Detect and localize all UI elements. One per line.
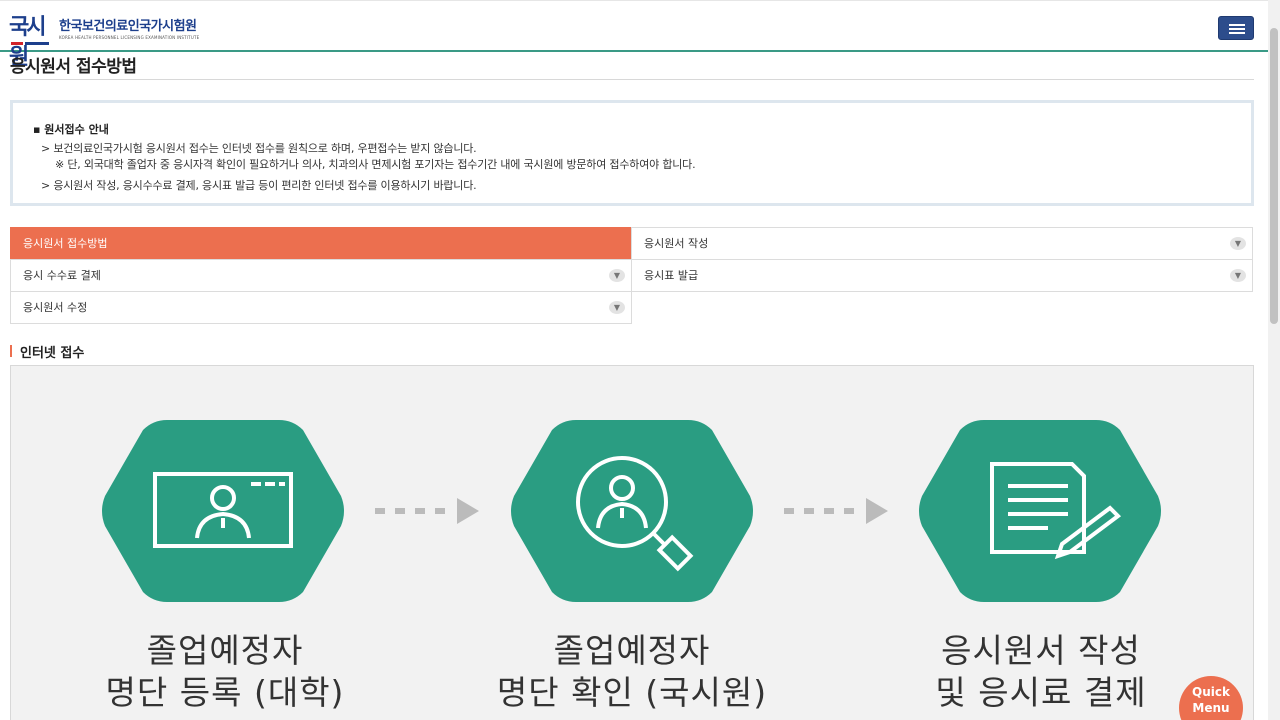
tab-label: 응시원서 수정 bbox=[23, 301, 88, 314]
step-2-line-1: 졸업예정자 bbox=[553, 631, 711, 670]
chevron-down-icon: ▼ bbox=[609, 269, 625, 282]
step-2-line-2: 명단 확인 (국시원) bbox=[496, 673, 768, 712]
notice-box: ▪ 원서접수 안내 > 보건의료인국가시험 응시원서 접수는 인터넷 접수를 원… bbox=[10, 100, 1254, 206]
logo-text: 한국보건의료인국가시험원 KOREA HEALTH PERSONNEL LICE… bbox=[59, 19, 199, 41]
scrollbar-thumb[interactable] bbox=[1270, 28, 1278, 324]
tab-label: 응시 수수료 결제 bbox=[23, 269, 101, 282]
quick-menu-label-1: Quick bbox=[1192, 685, 1230, 699]
site-header: 국시원 한국보건의료인국가시험원 KOREA HEALTH PERSONNEL … bbox=[0, 0, 1268, 70]
arrow-right-icon bbox=[375, 498, 479, 524]
chevron-down-icon: ▼ bbox=[609, 301, 625, 314]
tab-admission-ticket[interactable]: 응시표 발급 ▼ bbox=[631, 259, 1253, 292]
site-logo[interactable]: 국시원 한국보건의료인국가시험원 KOREA HEALTH PERSONNEL … bbox=[9, 13, 199, 70]
tab-application-edit[interactable]: 응시원서 수정 ▼ bbox=[10, 291, 632, 324]
hamburger-menu-button[interactable] bbox=[1218, 16, 1254, 40]
tab-label: 응시표 발급 bbox=[644, 269, 699, 282]
section-heading: 인터넷 접수 bbox=[10, 342, 84, 361]
step-3-line-2: 및 응시료 결제 bbox=[935, 673, 1147, 712]
logo-korean-name: 한국보건의료인국가시험원 bbox=[59, 19, 197, 34]
tab-grid: 응시원서 접수방법 응시원서 작성 ▼ 응시 수수료 결제 ▼ 응시표 발급 ▼… bbox=[10, 227, 1254, 325]
step-2-title: 졸업예정자 명단 확인 (국시원) bbox=[452, 630, 812, 714]
notice-line-1: > 보건의료인국가시험 응시원서 접수는 인터넷 접수를 원칙으로 하며, 우편… bbox=[41, 142, 477, 155]
step-1-line-2: 명단 등록 (대학) bbox=[105, 673, 345, 712]
notice-line-3: > 응시원서 작성, 응시수수료 결제, 응시표 발급 등이 편리한 인터넷 접… bbox=[41, 179, 477, 192]
notice-line-2: ※ 단, 외국대학 졸업자 중 응시자격 확인이 필요하거나 의사, 치과의사 … bbox=[55, 158, 696, 171]
tab-label: 응시원서 접수방법 bbox=[23, 237, 108, 250]
step-3-title: 응시원서 작성 및 응시료 결제 bbox=[861, 630, 1221, 714]
step-3-line-1: 응시원서 작성 bbox=[941, 631, 1141, 670]
chevron-down-icon: ▼ bbox=[1230, 237, 1246, 250]
tab-application-writing[interactable]: 응시원서 작성 ▼ bbox=[631, 227, 1253, 260]
quick-menu-label-2: Menu bbox=[1192, 701, 1230, 715]
notice-heading: ▪ 원서접수 안내 bbox=[33, 123, 109, 136]
logo-mark: 국시원 bbox=[9, 13, 53, 70]
step-1-title: 졸업예정자 명단 등록 (대학) bbox=[45, 630, 405, 714]
step-1-line-1: 졸업예정자 bbox=[146, 631, 304, 670]
tab-label: 응시원서 작성 bbox=[644, 237, 709, 250]
step-3-hexagon bbox=[919, 420, 1161, 602]
logo-english-name: KOREA HEALTH PERSONNEL LICENSING EXAMINA… bbox=[59, 35, 200, 40]
step-2-hexagon bbox=[511, 420, 753, 602]
process-panel: 졸업예정자 명단 등록 (대학) 졸업예정자 명단 확인 (국시원) 응시원서 … bbox=[10, 365, 1254, 720]
title-divider bbox=[10, 79, 1254, 80]
step-1-hexagon bbox=[102, 420, 344, 602]
page-title: 응시원서 접수방법 bbox=[10, 57, 137, 77]
tab-application-method[interactable]: 응시원서 접수방법 bbox=[10, 227, 632, 260]
tab-fee-payment[interactable]: 응시 수수료 결제 ▼ bbox=[10, 259, 632, 292]
page-scrollbar[interactable] bbox=[1268, 0, 1280, 720]
hamburger-icon bbox=[1229, 24, 1245, 26]
chevron-down-icon: ▼ bbox=[1230, 269, 1246, 282]
arrow-right-icon bbox=[784, 498, 888, 524]
